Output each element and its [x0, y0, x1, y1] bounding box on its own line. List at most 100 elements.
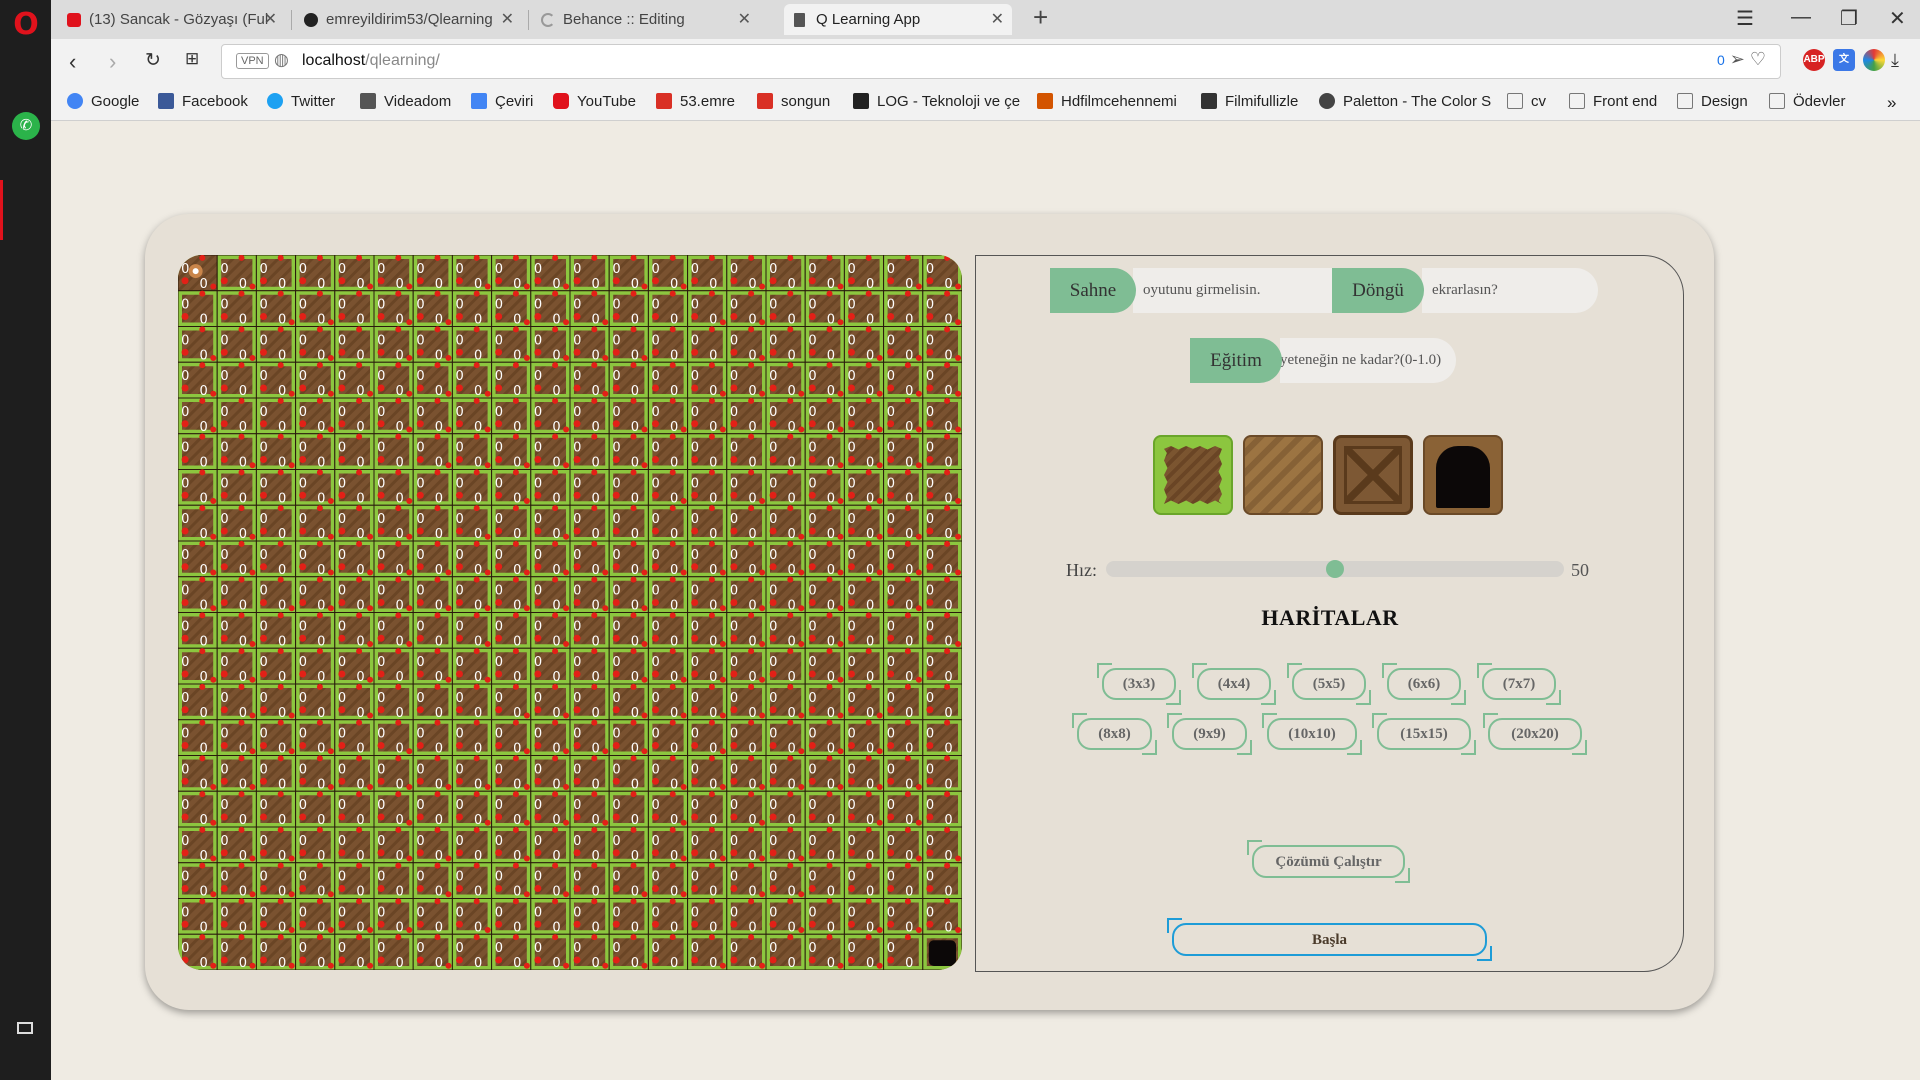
bookmark-paletton[interactable]: Paletton - The Color S [1319, 93, 1531, 110]
bookmark-twitter[interactable]: Twitter [267, 93, 335, 110]
tab-menu-icon[interactable]: ☰ [1736, 6, 1754, 31]
game-board[interactable]: 0000000000000000000000000000000000000000… [178, 255, 962, 970]
adblock-icon[interactable]: ABP [1803, 49, 1825, 71]
map-button-10x10[interactable]: (10x10) [1262, 713, 1362, 755]
map-button-6x6[interactable]: (6x6) [1382, 663, 1466, 705]
bookmark-filmifullizle[interactable]: Filmifullizle [1201, 93, 1298, 110]
reward-dot [944, 397, 951, 404]
tab-youtube[interactable]: (13) Sancak - Gözyaşı (Ful ✕ [57, 4, 285, 35]
tab-behance[interactable]: Behance :: Editing ✕ [531, 4, 759, 35]
door-tile-icon[interactable] [1423, 435, 1503, 515]
map-button-7x7[interactable]: (7x7) [1477, 663, 1561, 705]
reward-dot [395, 791, 402, 798]
bookmark-53emre[interactable]: 53.emre [656, 93, 735, 110]
close-icon[interactable]: ✕ [501, 4, 514, 35]
minimize-button[interactable]: — [1791, 6, 1811, 29]
sidebar-toggle-icon[interactable] [17, 1022, 33, 1034]
bookmark-folder-cv[interactable]: cv [1507, 93, 1546, 110]
cell-value: 0 [495, 262, 503, 277]
bookmark-folder-design[interactable]: Design [1677, 93, 1748, 110]
map-button-3x3[interactable]: (3x3) [1097, 663, 1181, 705]
bookmark-google[interactable]: Google [67, 93, 139, 110]
close-icon[interactable]: ✕ [991, 4, 1004, 35]
cell-value: 0 [573, 655, 581, 670]
speed-slider[interactable] [1106, 560, 1564, 578]
crate-tile-icon[interactable] [1333, 435, 1413, 515]
reward-dot [484, 283, 491, 290]
bookmark-ceviri[interactable]: Çeviri [471, 93, 533, 110]
reward-dot [199, 862, 206, 869]
egitim-input[interactable]: yeteneğin ne kadar?(0-1.0) [1280, 338, 1456, 383]
cell-value: 0 [513, 599, 521, 614]
reward-dot [708, 362, 715, 369]
reward-dot [338, 491, 346, 499]
speed-slider-handle[interactable] [1326, 560, 1344, 578]
wood-tile-icon[interactable] [1243, 435, 1323, 515]
grid-cell: 00 [922, 898, 962, 935]
reward-dot [837, 497, 844, 504]
egitim-field[interactable]: Eğitim yeteneğin ne kadar?(0-1.0) [1190, 338, 1456, 383]
reward-dot [367, 676, 374, 683]
cell-value: 0 [552, 348, 560, 363]
map-button-15x15[interactable]: (15x15) [1372, 713, 1476, 755]
sahne-field[interactable]: Sahne oyutunu girmelisin. [1050, 268, 1363, 313]
cell-value: 0 [435, 563, 443, 578]
reward-dot [327, 426, 334, 433]
grid-cell: 00 [178, 647, 218, 685]
map-button-9x9[interactable]: (9x9) [1167, 713, 1252, 755]
download-icon[interactable]: ⤓ [1891, 50, 1899, 71]
tab-q-learning-app[interactable]: Q Learning App ✕ [784, 4, 1012, 35]
reward-dot [798, 605, 805, 612]
map-button-4x4[interactable]: (4x4) [1192, 663, 1276, 705]
new-tab-button[interactable]: + [1033, 2, 1048, 33]
url-field[interactable]: VPN ◍ localhost/qlearning/ 0 ➢ ♡ [221, 44, 1781, 79]
send-icon[interactable]: ➢ [1730, 49, 1745, 69]
cell-value: 0 [866, 956, 874, 970]
dongu-input[interactable]: ekrarlasın? [1422, 268, 1598, 313]
cell-value: 0 [592, 456, 600, 471]
reward-dot [602, 390, 609, 397]
bookmark-folder-odevler[interactable]: Ödevler [1769, 93, 1846, 110]
map-button-5x5[interactable]: (5x5) [1287, 663, 1371, 705]
back-icon[interactable]: ‹ [69, 49, 76, 75]
close-window-button[interactable]: ✕ [1889, 6, 1906, 31]
color-picker-icon[interactable] [1863, 49, 1885, 71]
reward-dot [434, 433, 441, 440]
start-button[interactable]: Başla [1167, 918, 1492, 961]
forward-icon[interactable]: › [109, 49, 116, 75]
whatsapp-icon[interactable]: ✆ [12, 112, 40, 140]
cell-value: 0 [456, 405, 464, 420]
reward-dot [259, 956, 267, 964]
bookmark-videadom[interactable]: Videadom [360, 93, 451, 110]
map-button-20x20[interactable]: (20x20) [1483, 713, 1587, 755]
grass-tile-icon[interactable] [1153, 435, 1233, 515]
cell-value: 0 [788, 777, 796, 792]
cell-value: 0 [260, 512, 268, 527]
close-icon[interactable]: ✕ [264, 4, 277, 35]
cell-value: 0 [808, 834, 816, 849]
bookmark-hdfilmcehennemi[interactable]: Hdfilmcehennemi [1037, 93, 1177, 110]
close-icon[interactable]: ✕ [738, 4, 751, 35]
reward-dot [630, 826, 637, 833]
heart-icon[interactable]: ♡ [1750, 49, 1766, 69]
bookmark-folder-front-end[interactable]: Front end [1569, 93, 1657, 110]
reload-icon[interactable]: ↻ [145, 49, 161, 72]
vpn-badge[interactable]: VPN [236, 53, 269, 69]
speed-dial-icon[interactable]: ⊞ [185, 49, 199, 69]
translate-icon[interactable]: 文 [1833, 49, 1855, 71]
cell-value: 0 [905, 813, 913, 828]
map-button-8x8[interactable]: (8x8) [1072, 713, 1157, 755]
cell-value: 0 [652, 262, 660, 277]
tab-github[interactable]: emreyildirim53/Qlearning ✕ [294, 4, 522, 35]
bookmark-youtube[interactable]: YouTube [553, 93, 636, 110]
bookmark-facebook[interactable]: Facebook [158, 93, 248, 110]
dongu-field[interactable]: Döngü ekrarlasın? [1332, 268, 1598, 313]
bookmark-songun[interactable]: songun [757, 93, 830, 110]
sahne-input[interactable]: oyutunu girmelisin. [1133, 268, 1363, 313]
opera-logo-icon[interactable]: O [9, 8, 43, 42]
run-solution-button[interactable]: Çözümü Çalıştır [1247, 840, 1410, 883]
reward-dot [277, 612, 284, 619]
reward-dot [748, 290, 755, 297]
maximize-button[interactable]: ❐ [1840, 6, 1858, 31]
more-bookmarks-icon[interactable]: » [1887, 93, 1896, 113]
